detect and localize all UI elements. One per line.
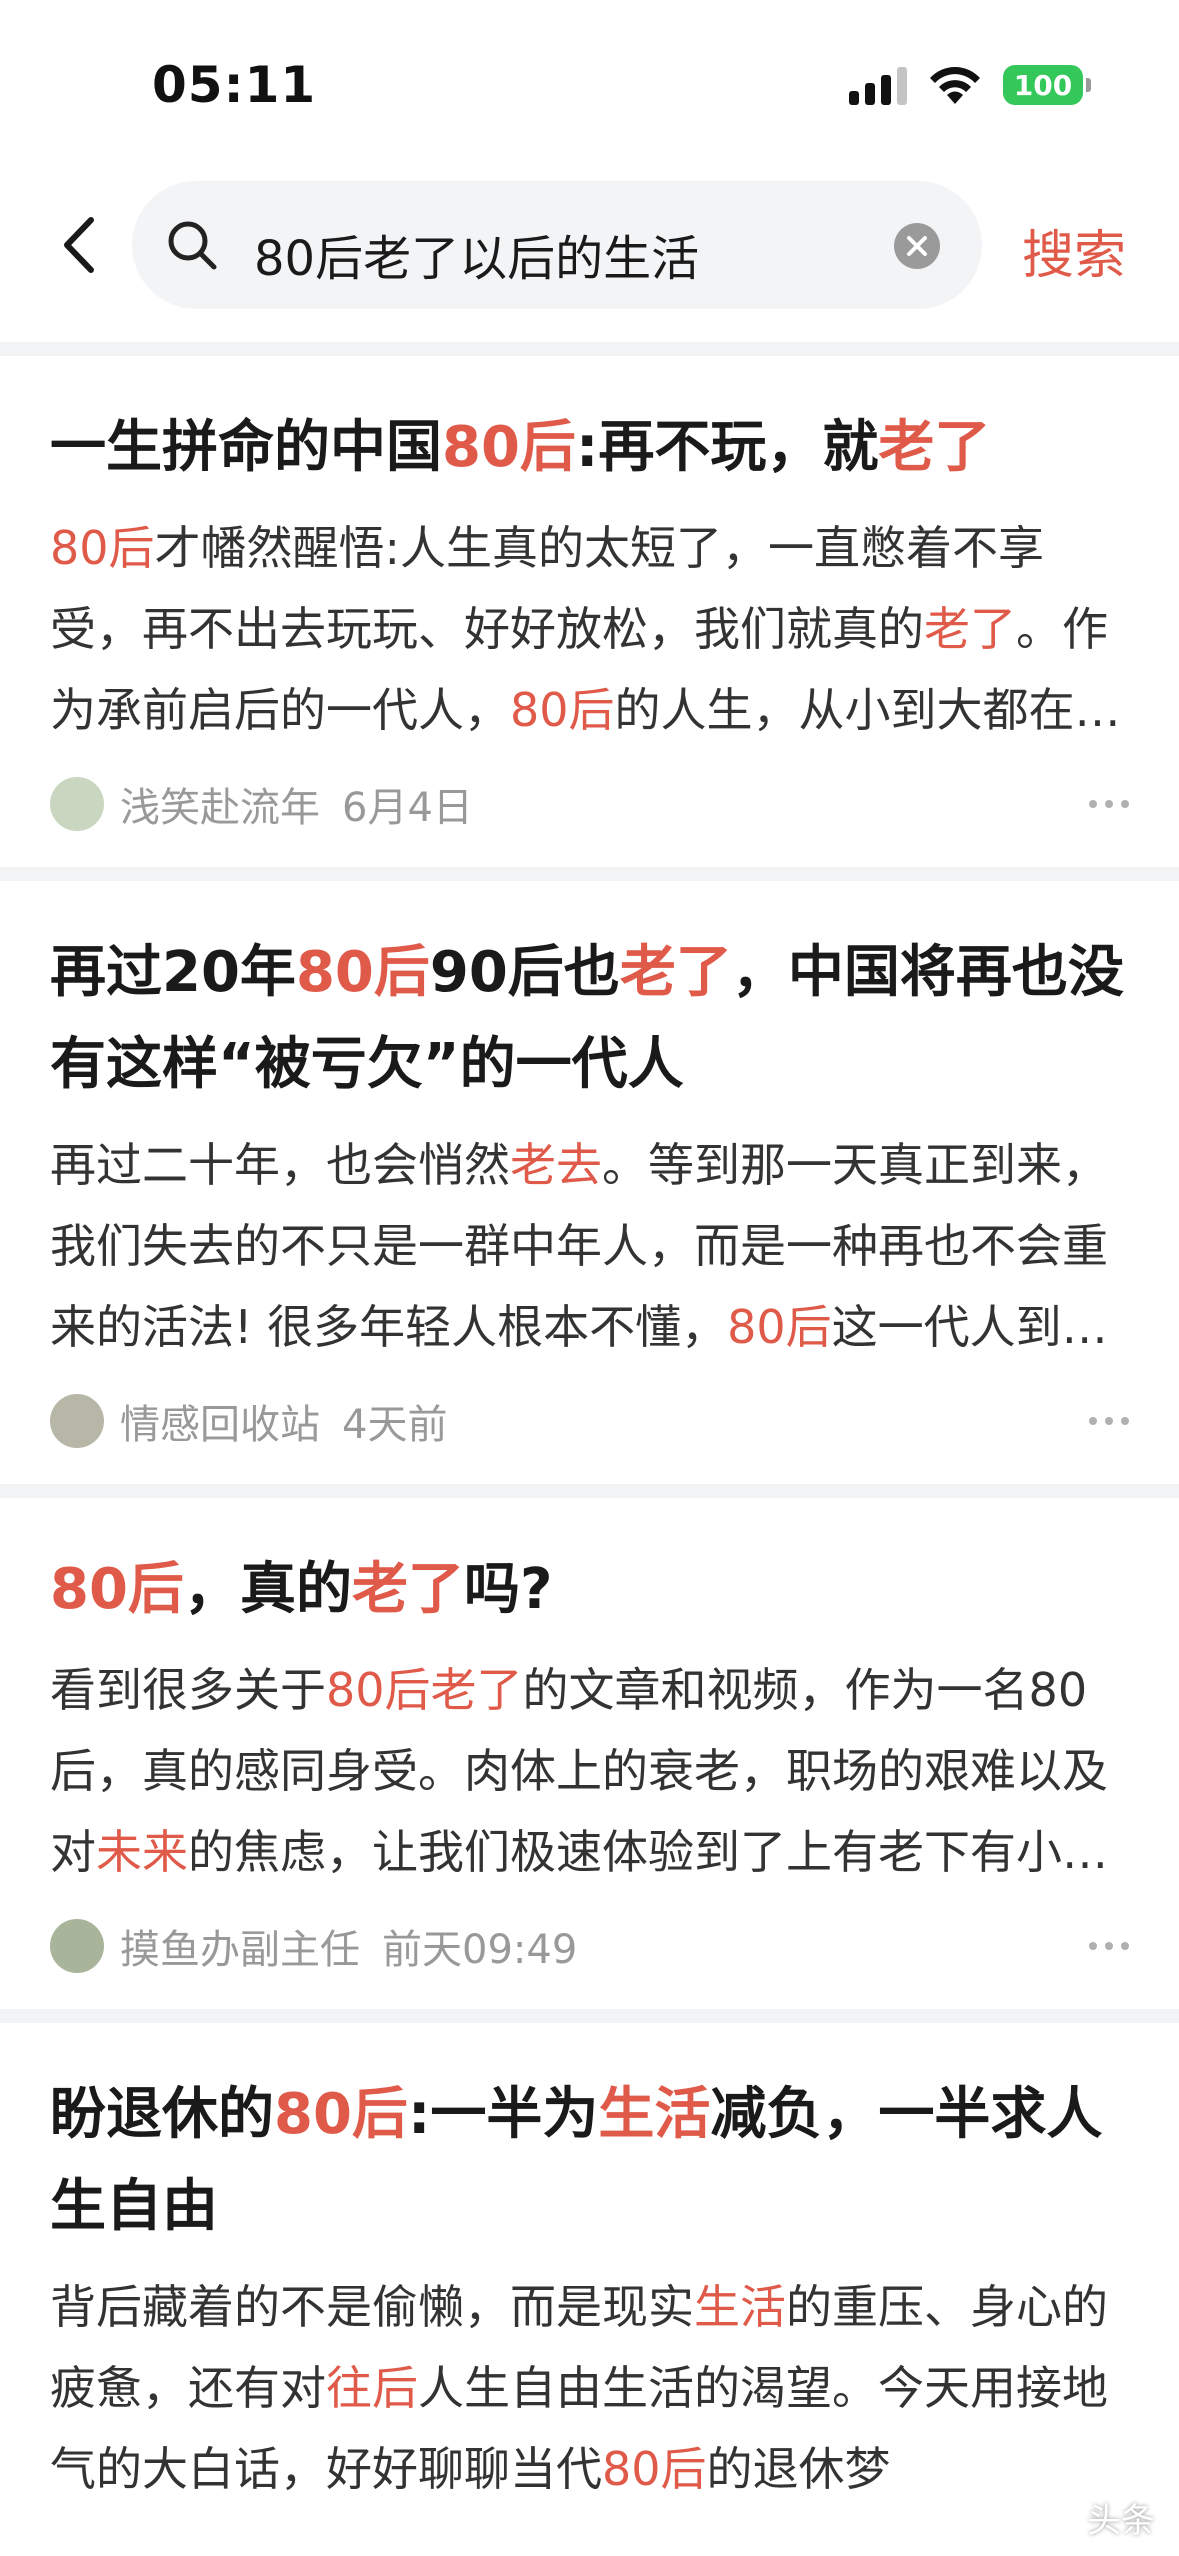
keyword-highlight: 老了 [878, 415, 991, 480]
keyword-highlight: 生活 [694, 2280, 786, 2334]
author-name[interactable]: 摸鱼办副主任 [120, 1917, 360, 1975]
search-header: 80后老了以后的生活 搜索 [0, 175, 1179, 315]
wifi-icon [930, 67, 980, 104]
author-name[interactable]: 情感回收站 [120, 1392, 320, 1450]
battery-icon: 100 [1003, 65, 1091, 105]
keyword-highlight: 生活 [598, 2082, 711, 2147]
search-icon [168, 221, 217, 270]
divider [0, 867, 1179, 881]
keyword-highlight: 80后 [602, 2442, 707, 2496]
article-summary: 再过二十年，也会悄然老去。等到那一天真正到来，我们失去的不只是一群中年人，而是一… [50, 1125, 1129, 1368]
article-meta: 浅笑赴流年 6月4日 [50, 759, 1129, 849]
search-query[interactable]: 80后老了以后的生活 [254, 219, 699, 289]
text-segment: 的退休梦 [706, 2442, 891, 2496]
keyword-highlight: 80后 [50, 1557, 184, 1622]
article-meta: 摸鱼办副主任 前天09:49 [50, 1901, 1129, 1991]
keyword-highlight: 老了 [351, 1557, 464, 1622]
text-segment: 盼退休的 [50, 2082, 274, 2147]
more-options-icon[interactable] [1089, 1411, 1129, 1431]
text-segment: 才幡然醒悟:人生真的太短了，一直憋着不享受，再不出去玩玩、好好放松，我们就真的 [50, 521, 1045, 656]
cellular-signal-icon [849, 65, 907, 105]
keyword-highlight: 未来 [96, 1825, 188, 1879]
text-segment: 90后也 [429, 940, 620, 1005]
publish-time: 6月4日 [342, 785, 473, 831]
divider [0, 342, 1179, 356]
search-button[interactable]: 搜索 [1022, 213, 1126, 288]
text-segment: 再过二十年，也会悄然 [50, 1138, 510, 1192]
battery-level: 100 [1013, 68, 1073, 102]
article-summary: 背后藏着的不是偷懒，而是现实生活的重压、身心的疲惫，还有对往后人生自由生活的渴望… [50, 2267, 1129, 2510]
text-segment: ，真的 [183, 1557, 352, 1622]
article-summary: 80后才幡然醒悟:人生真的太短了，一直憋着不享受，再不出去玩玩、好好放松，我们就… [50, 508, 1129, 751]
search-input[interactable]: 80后老了以后的生活 [132, 181, 982, 309]
clear-icon [907, 236, 927, 256]
text-segment: 的焦虑，让我们极速体验到了上有老下有小的压力 [188, 1825, 1108, 1879]
keyword-highlight: 80后 [727, 1300, 832, 1354]
keyword-highlight: 80后老了 [326, 1663, 523, 1717]
avatar[interactable] [50, 1919, 104, 1973]
text-segment: 一生拼命的中国 [50, 415, 442, 480]
publish-time: 4天前 [342, 1402, 448, 1448]
status-icons: 100 [849, 64, 1091, 106]
clear-button[interactable] [894, 223, 940, 269]
text-segment: :一半为 [407, 2082, 599, 2147]
keyword-highlight: 80后 [510, 683, 615, 737]
more-options-icon[interactable] [1089, 1936, 1129, 1956]
article-card[interactable]: 80后，真的老了吗? 看到很多关于80后老了的文章和视频，作为一名80后，真的感… [0, 1498, 1179, 1991]
more-options-icon[interactable] [1089, 794, 1129, 814]
status-bar: 05:11 100 [0, 0, 1179, 170]
back-button[interactable] [44, 205, 114, 285]
avatar[interactable] [50, 777, 104, 831]
article-card[interactable]: 再过20年80后90后也老了，中国将再也没有这样“被亏欠”的一代人 再过二十年，… [0, 881, 1179, 1466]
article-title[interactable]: 盼退休的80后:一半为生活减负，一半求人生自由 [50, 2069, 1129, 2253]
article-card[interactable]: 盼退休的80后:一半为生活减负，一半求人生自由 背后藏着的不是偷懒，而是现实生活… [0, 2023, 1179, 2510]
text-segment: 再过20年 [50, 940, 296, 1005]
keyword-highlight: 80后 [295, 940, 430, 1005]
text-segment: 背后藏着的不是偷懒，而是现实 [50, 2280, 694, 2334]
watermark: 头条 [1087, 2501, 1155, 2541]
text-segment: :再不玩，就 [575, 415, 879, 480]
author-name[interactable]: 浅笑赴流年 [120, 775, 320, 833]
chevron-left-icon [64, 217, 94, 273]
keyword-highlight: 老了 [924, 602, 1016, 656]
keyword-highlight: 80后 [442, 415, 576, 480]
article-title[interactable]: 一生拼命的中国80后:再不玩，就老了 [50, 402, 1129, 494]
keyword-highlight: 80后 [50, 521, 155, 575]
text-segment: 看到很多关于 [50, 1663, 326, 1717]
publish-time: 前天09:49 [382, 1927, 578, 1973]
search-results: 一生拼命的中国80后:再不玩，就老了 80后才幡然醒悟:人生真的太短了，一直憋着… [0, 342, 1179, 2510]
status-time: 05:11 [152, 56, 317, 114]
article-title[interactable]: 80后，真的老了吗? [50, 1544, 1129, 1636]
keyword-highlight: 老去 [510, 1138, 602, 1192]
keyword-highlight: 往后 [326, 2361, 418, 2415]
article-meta: 情感回收站 4天前 [50, 1376, 1129, 1466]
article-card[interactable]: 一生拼命的中国80后:再不玩，就老了 80后才幡然醒悟:人生真的太短了，一直憋着… [0, 356, 1179, 849]
article-summary: 看到很多关于80后老了的文章和视频，作为一名80后，真的感同身受。肉体上的衰老，… [50, 1650, 1129, 1893]
text-segment: 吗? [463, 1557, 553, 1622]
avatar[interactable] [50, 1394, 104, 1448]
divider [0, 1484, 1179, 1498]
article-title[interactable]: 再过20年80后90后也老了，中国将再也没有这样“被亏欠”的一代人 [50, 927, 1129, 1111]
divider [0, 2009, 1179, 2023]
keyword-highlight: 老了 [619, 940, 732, 1005]
keyword-highlight: 80后 [274, 2082, 408, 2147]
